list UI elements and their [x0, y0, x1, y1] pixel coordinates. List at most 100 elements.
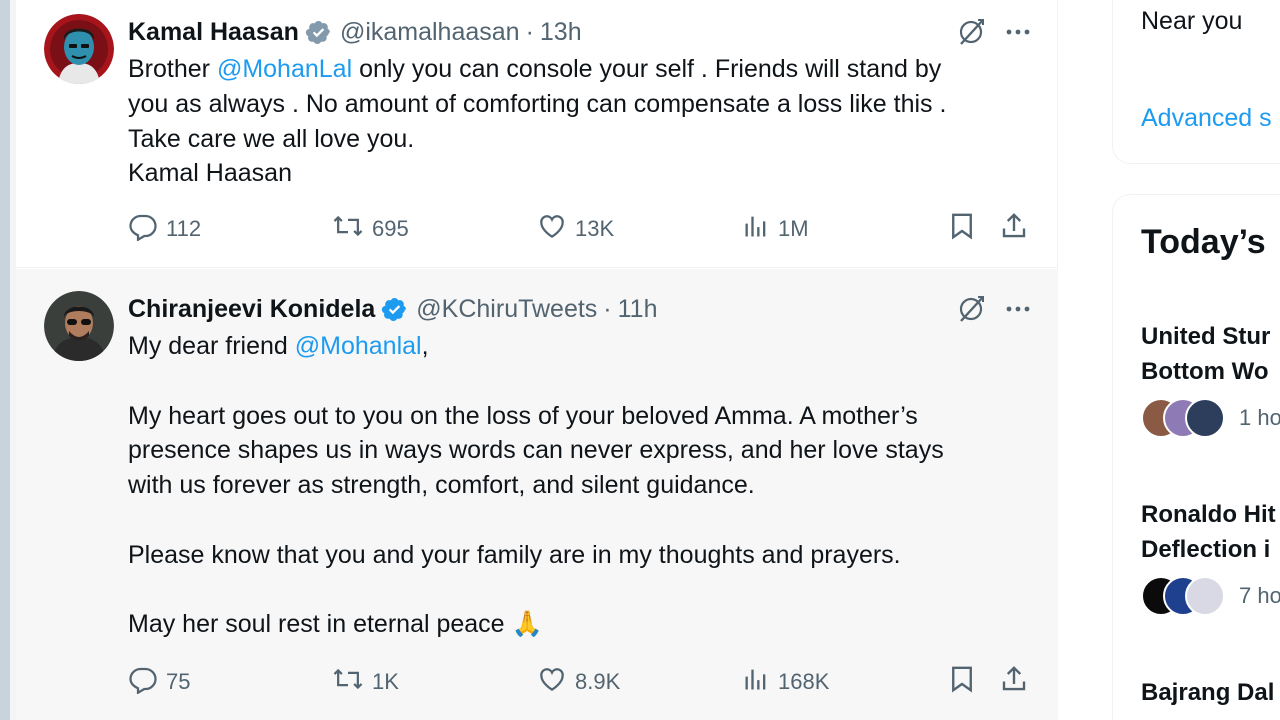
reply-count: 75 [166, 669, 191, 694]
trend-title-line: Bottom Wo [1141, 358, 1269, 385]
trend-title-line: Deflection i [1141, 536, 1271, 563]
todays-news-card: Today’s United Stur Bottom Wo 1 ho Ronal… [1112, 194, 1280, 720]
trend-item[interactable]: Bajrang Dal [1141, 675, 1280, 710]
author-name[interactable]: Kamal Haasan [128, 18, 299, 47]
tweet-header-actions [956, 14, 1032, 50]
reply-icon [128, 664, 158, 700]
avatar[interactable] [44, 291, 114, 361]
like-icon [537, 664, 567, 700]
tweet[interactable]: Chiranjeevi Konidela @KChiruTweets · 11h [16, 269, 1058, 720]
reply-count: 112 [166, 216, 202, 241]
mention-link[interactable]: @Mohanlal [295, 332, 422, 360]
tweet-text-line: May her soul rest in eternal peace 🙏 [128, 607, 1038, 642]
tweet-text: Brother @MohanLal only you can console y… [128, 52, 1038, 191]
page: Kamal Haasan @ikamalhaasan · 13h Brother… [0, 0, 1280, 720]
left-edge-strip [0, 0, 10, 720]
repost-icon [332, 211, 364, 247]
views-count: 1M [778, 216, 809, 241]
like-button[interactable]: 13K [537, 212, 614, 246]
trends-heading: Today’s [1141, 223, 1266, 261]
repost-count: 695 [372, 216, 409, 241]
trend-title-line: Bajrang Dal [1141, 679, 1275, 706]
more-icon[interactable] [1004, 295, 1032, 323]
share-icon [999, 211, 1029, 247]
more-icon[interactable] [1004, 18, 1032, 46]
trend-meta: 7 ho [1141, 575, 1280, 617]
share-button[interactable] [999, 665, 1029, 699]
tweet-text-line: My dear friend @Mohanlal, [128, 329, 1038, 364]
mention-link[interactable]: @MohanLal [217, 55, 352, 83]
text-segment: Brother [128, 55, 217, 83]
tweet-time[interactable]: 13h [540, 18, 582, 47]
views-icon [742, 211, 770, 247]
tweet-text-blank [128, 573, 1038, 608]
views-button[interactable]: 1M [742, 212, 809, 246]
tweet-text-blank [128, 364, 1038, 399]
separator: · [525, 17, 534, 46]
tweet-text-line: Take care we all love you. [128, 124, 415, 153]
share-icon [999, 664, 1029, 700]
separator: · [603, 294, 612, 323]
avatar[interactable] [44, 14, 114, 84]
views-count: 168K [778, 669, 830, 694]
author-handle[interactable]: @KChiruTweets [416, 295, 597, 324]
folded-hands-emoji: 🙏 [511, 610, 543, 639]
reply-icon [128, 211, 158, 247]
views-button[interactable]: 168K [742, 665, 829, 699]
right-sidebar: Near you Advanced s Today’s United Stur … [1058, 0, 1280, 720]
trend-item[interactable]: Ronaldo Hit Deflection i 7 ho [1141, 497, 1280, 617]
trend-time: 7 ho [1239, 583, 1280, 608]
tweet-content: Chiranjeevi Konidela @KChiruTweets · 11h [128, 291, 1038, 642]
text-segment: May her soul rest in eternal peace [128, 610, 512, 639]
repost-button[interactable]: 695 [332, 212, 409, 246]
tweet[interactable]: Kamal Haasan @ikamalhaasan · 13h Brother… [16, 0, 1058, 268]
trend-item[interactable]: United Stur Bottom Wo 1 ho [1141, 319, 1280, 439]
tweet-text-line: presence shapes us in ways words can nev… [128, 436, 944, 465]
trend-meta: 1 ho [1141, 397, 1280, 439]
tweet-actions: 112 695 13K 1M [128, 212, 1038, 246]
avatar-image [44, 14, 114, 84]
grok-icon[interactable] [956, 17, 986, 47]
tweet-header-actions [956, 291, 1032, 327]
reply-button[interactable]: 75 [128, 665, 190, 699]
like-button[interactable]: 8.9K [537, 665, 620, 699]
advanced-search-link[interactable]: Advanced s [1141, 104, 1272, 133]
avatar-image [44, 291, 114, 361]
repost-icon [332, 664, 364, 700]
tweet-text-line: you as always . No amount of comforting … [128, 89, 947, 118]
like-count: 13K [575, 216, 615, 241]
trend-avatars [1141, 398, 1235, 438]
trend-title-line: Ronaldo Hit [1141, 501, 1276, 528]
trend-title-line: United Stur [1141, 323, 1271, 350]
repost-button[interactable]: 1K [332, 665, 399, 699]
text-segment: , [421, 332, 429, 360]
grok-icon[interactable] [956, 294, 986, 324]
tweet-text-line: Kamal Haasan [128, 159, 292, 188]
verified-badge-icon [305, 19, 332, 46]
text-segment: only you can console your self . Friends… [352, 55, 942, 83]
tweet-actions: 75 1K 8.9K 168K [128, 665, 1038, 699]
bookmark-icon [947, 664, 977, 700]
repost-count: 1K [372, 669, 399, 694]
tweet-text-line: with us forever as strength, comfort, an… [128, 471, 755, 500]
trend-time: 1 ho [1239, 405, 1280, 430]
tweet-text-blank [128, 503, 1038, 538]
verified-badge-icon [381, 296, 408, 323]
location-filter-near-you[interactable]: Near you [1141, 7, 1242, 36]
views-icon [742, 664, 770, 700]
bookmark-button[interactable] [947, 212, 977, 246]
trend-avatar [1185, 398, 1225, 438]
bookmark-button[interactable] [947, 665, 977, 699]
author-name[interactable]: Chiranjeevi Konidela [128, 295, 375, 324]
trend-avatars [1141, 576, 1235, 616]
tweet-header: Chiranjeevi Konidela @KChiruTweets · 11h [128, 291, 1038, 327]
share-button[interactable] [999, 212, 1029, 246]
author-handle[interactable]: @ikamalhaasan [340, 18, 520, 47]
trend-avatar [1185, 576, 1225, 616]
timeline: Kamal Haasan @ikamalhaasan · 13h Brother… [16, 0, 1058, 720]
tweet-text-line: Please know that you and your family are… [128, 540, 901, 569]
reply-button[interactable]: 112 [128, 212, 201, 246]
bookmark-icon [947, 211, 977, 247]
text-segment: My dear friend [128, 332, 295, 360]
tweet-time[interactable]: 11h [618, 295, 658, 324]
